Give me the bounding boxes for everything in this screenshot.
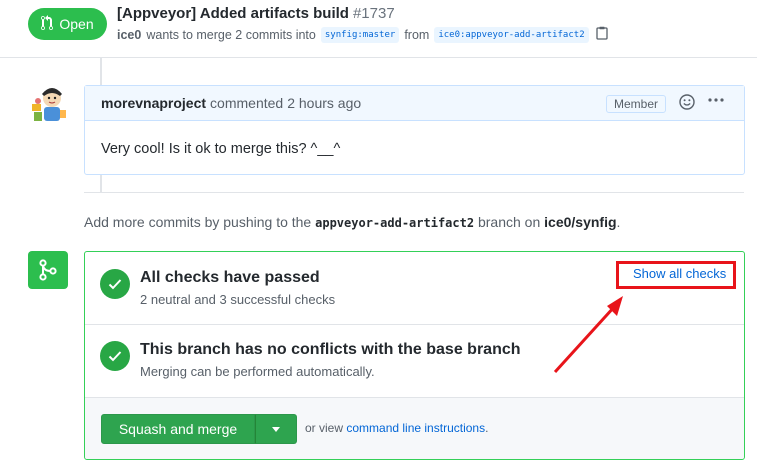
merge-footer: Squash and merge or view command line in… <box>85 398 744 459</box>
alt-suffix: . <box>485 421 489 435</box>
git-merge-icon <box>28 251 68 289</box>
pr-merge-text: wants to merge 2 commits into <box>146 27 316 42</box>
pr-title: [Appveyor] Added artifacts build #1737 <box>117 5 395 22</box>
head-branch-ref[interactable]: ice0:appveyor-add-artifact2 <box>434 26 589 43</box>
annotation-highlight-box <box>616 261 736 289</box>
timeline-line <box>100 58 102 85</box>
comment-action: commented <box>210 95 284 111</box>
alt-prefix: or view <box>305 421 344 435</box>
comment-body: Very cool! Is it ok to merge this? ^__^ <box>101 141 341 157</box>
section-divider <box>85 324 744 325</box>
base-branch-ref[interactable]: synfig:master <box>320 26 400 43</box>
conflicts-title: This branch has no conflicts with the ba… <box>140 341 521 358</box>
merge-method-dropdown[interactable] <box>255 414 297 444</box>
pr-author-link[interactable]: ice0 <box>117 28 141 42</box>
member-badge: Member <box>606 95 667 113</box>
check-icon <box>100 341 130 371</box>
checks-subtitle: 2 neutral and 3 successful checks <box>140 292 336 307</box>
hint-prefix: Add more commits by pushing to the <box>84 214 312 230</box>
clipboard-icon[interactable] <box>595 26 608 43</box>
comment-header: morevnaproject commented 2 hours ago Mem… <box>85 86 744 121</box>
conflicts-subtitle: Merging can be performed automatically. <box>140 364 375 379</box>
caret-down-icon <box>272 426 280 432</box>
hint-repo: ice0/synfig <box>544 214 617 230</box>
alt-merge-text: or view command line instructions. <box>305 421 488 435</box>
checks-title: All checks have passed <box>140 269 320 286</box>
annotation-arrow <box>553 296 623 374</box>
hint-middle: branch on <box>477 214 541 230</box>
merge-button-group: Squash and merge <box>101 414 297 444</box>
pr-number: #1737 <box>352 5 395 22</box>
git-pull-request-icon <box>41 14 54 34</box>
header-divider <box>0 57 757 58</box>
comment-timestamp[interactable]: 2 hours ago <box>287 95 361 111</box>
pr-meta: ice0 wants to merge 2 commits into synfi… <box>117 26 608 43</box>
command-line-instructions-link[interactable]: command line instructions <box>346 421 485 435</box>
check-icon <box>100 269 130 299</box>
comment-card: morevnaproject commented 2 hours ago Mem… <box>84 85 745 175</box>
push-hint: Add more commits by pushing to the appve… <box>84 214 620 230</box>
hint-suffix: . <box>616 214 621 230</box>
hint-branch: appveyor-add-artifact2 <box>315 216 475 230</box>
squash-and-merge-button[interactable]: Squash and merge <box>101 414 255 444</box>
comment-author-link[interactable]: morevnaproject <box>101 95 206 111</box>
pr-state-label: Open <box>59 16 94 32</box>
pr-state-badge: Open <box>28 8 107 40</box>
timeline-divider <box>84 192 744 193</box>
pr-title-text: [Appveyor] Added artifacts build <box>117 5 349 22</box>
avatar[interactable] <box>28 84 68 124</box>
kebab-icon[interactable] <box>707 91 725 112</box>
smiley-icon[interactable] <box>679 94 695 113</box>
pr-from-text: from <box>404 27 430 42</box>
